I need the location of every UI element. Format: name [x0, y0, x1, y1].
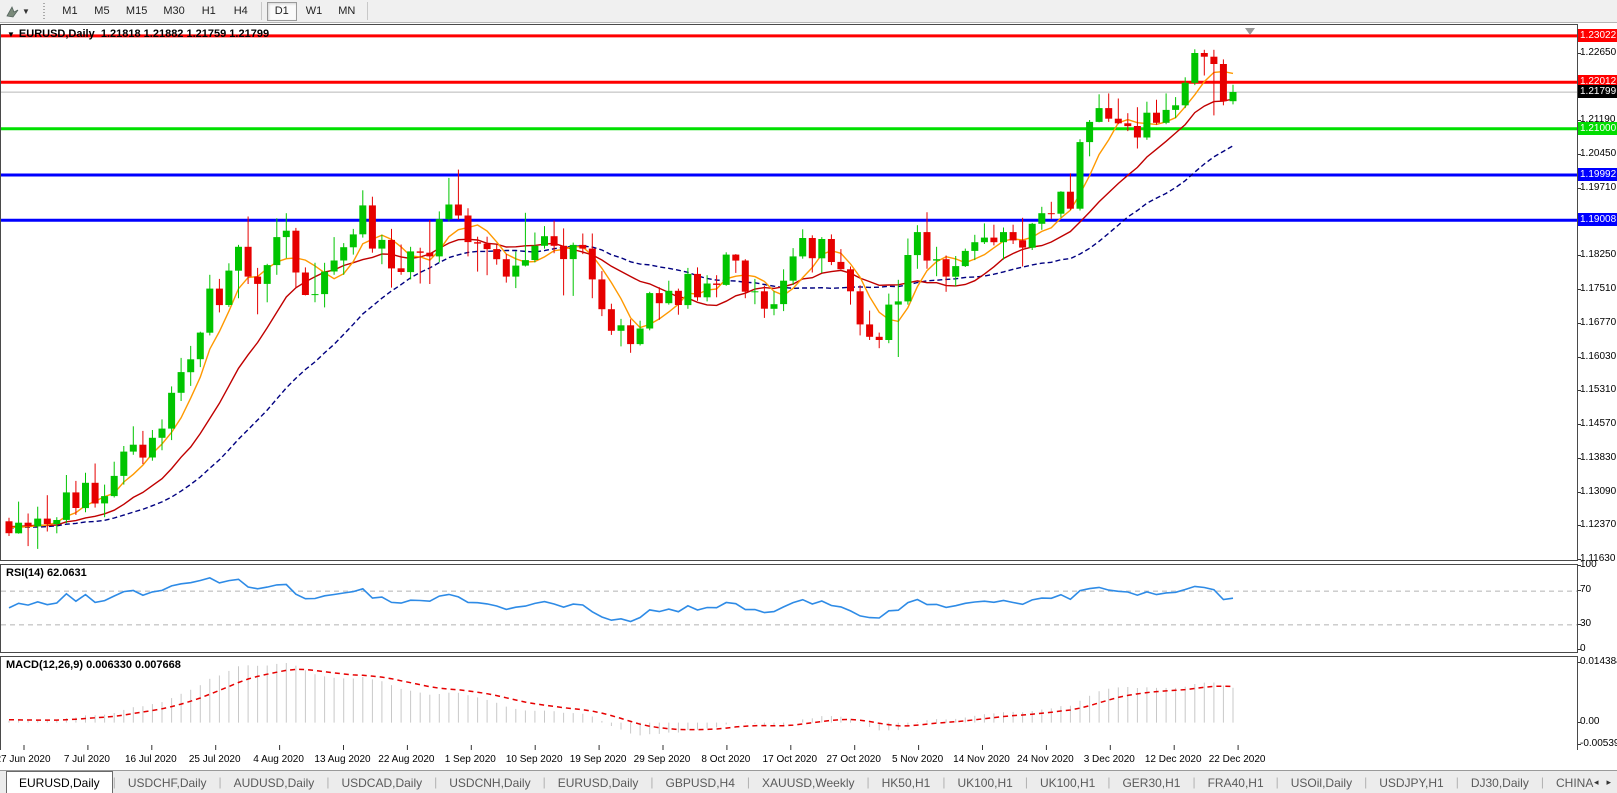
chart-tab-usdcad-daily[interactable]: USDCAD,Daily [329, 772, 434, 793]
chart-tab-audusd-daily[interactable]: AUDUSD,Daily [222, 772, 327, 793]
chart-tab-eurusd-daily[interactable]: EURUSD,Daily [546, 772, 651, 793]
chart-shift-triangle [1245, 28, 1255, 35]
price-tick-label: 1.14570 [1580, 418, 1617, 429]
chart-tab-usoil-daily[interactable]: USOil,Daily [1279, 772, 1364, 793]
date-tick-label: 24 Nov 2020 [1017, 754, 1074, 765]
hline-price-box: 1.19008 [1578, 213, 1617, 227]
macd-indicator-panel[interactable]: MACD(12,26,9) 0.006330 0.007668 [0, 656, 1578, 751]
chart-tab-usdcnh-daily[interactable]: USDCNH,Daily [437, 772, 542, 793]
toolbar-separator [260, 2, 262, 20]
timeframe-button-w1[interactable]: W1 [299, 2, 330, 21]
chart-tab-usdjpy-h1[interactable]: USDJPY,H1 [1367, 772, 1455, 793]
macd-plot [8, 663, 1239, 750]
chart-tab-ger30-h1[interactable]: GER30,H1 [1110, 772, 1192, 793]
date-tick-label: 14 Nov 2020 [953, 754, 1010, 765]
date-tick-label: 27 Jun 2020 [0, 754, 51, 765]
tab-scroll-controls: ◂ ▸ [1594, 777, 1617, 788]
tab-scroll-left-icon[interactable]: ◂ [1594, 777, 1599, 788]
price-tick-label: 1.18250 [1580, 249, 1617, 261]
price-tick-label: 1.15310 [1580, 384, 1617, 396]
chart-title-collapse-icon[interactable]: ▼ [7, 30, 15, 39]
date-tick-label: 7 Jul 2020 [63, 754, 110, 765]
rsi-tick-label: 30 [1580, 617, 1592, 629]
macd-label: MACD(12,26,9) 0.006330 0.007668 [6, 659, 181, 671]
tab-scroll-right-icon[interactable]: ▸ [1606, 777, 1611, 788]
price-tick-label: 1.17510 [1580, 283, 1617, 294]
current-price-box: 1.21799 [1578, 85, 1617, 99]
macd-tick-label: 0.00 [1580, 715, 1600, 727]
hline-price-box: 1.19992 [1578, 168, 1617, 182]
date-tick-label: 12 Dec 2020 [1144, 754, 1202, 765]
date-tick-label: 22 Aug 2020 [378, 754, 435, 765]
price-chart-panel[interactable]: ▼ EURUSD,Daily 1.21818 1.21882 1.21759 1.… [0, 24, 1578, 561]
date-tick-label: 17 Oct 2020 [762, 754, 818, 765]
date-tick-label: 25 Jul 2020 [188, 754, 241, 765]
macd-tick-label: -0.00539 [1580, 738, 1617, 749]
cursor-tool-dropdown-icon[interactable]: ▼ [22, 7, 30, 16]
date-tick-label: 16 Jul 2020 [124, 754, 177, 765]
chart-workspace: ▼ EURUSD,Daily 1.21818 1.21882 1.21759 1.… [0, 23, 1617, 770]
timeframe-button-mn[interactable]: MN [331, 2, 362, 21]
chart-tab-xauusd-weekly[interactable]: XAUUSD,Weekly [750, 772, 866, 793]
timeframe-button-m1[interactable]: M1 [55, 2, 85, 21]
date-tick-label: 13 Aug 2020 [314, 754, 371, 765]
date-tick-label: 8 Oct 2020 [701, 754, 751, 765]
rsi-plot [1, 577, 1577, 626]
date-axis: 27 Jun 2020 7 Jul 2020 16 Jul 2020 25 Jul 2… [0, 750, 1578, 770]
hline-price-box: 1.23022 [1578, 28, 1617, 42]
rsi-tick-label: 100 [1580, 559, 1597, 570]
price-tick-label: 1.22650 [1580, 47, 1617, 58]
top-toolbar: ▼ M1 M5 M15 M30 H1 H4 D1 W1 MN [0, 0, 1617, 23]
timeframe-button-h1[interactable]: H1 [194, 2, 224, 21]
date-tick-label: 22 Dec 2020 [1208, 754, 1266, 765]
timeframe-button-h4[interactable]: H4 [226, 2, 256, 21]
timeframe-button-m30[interactable]: M30 [156, 2, 191, 21]
date-tick-label: 3 Dec 2020 [1083, 754, 1135, 765]
chart-tab-gbpusd-h4[interactable]: GBPUSD,H4 [654, 772, 747, 793]
chart-symbol-label: EURUSD,Daily [18, 28, 95, 40]
price-tick-label: 1.20450 [1580, 148, 1617, 160]
price-tick-label: 1.16030 [1580, 350, 1617, 362]
chart-tab-usdchf-daily[interactable]: USDCHF,Daily [116, 772, 219, 793]
date-tick-label: 4 Aug 2020 [253, 754, 304, 765]
timeframe-button-m5[interactable]: M5 [87, 2, 117, 21]
candlestick-chart[interactable] [1, 25, 1577, 560]
date-tick-label: 29 Sep 2020 [633, 754, 691, 765]
chart-tab-fra40-h1[interactable]: FRA40,H1 [1196, 772, 1276, 793]
chart-tab-hk50-h1[interactable]: HK50,H1 [870, 772, 943, 793]
price-tick-label: 1.19710 [1580, 181, 1617, 193]
chart-title: ▼ EURUSD,Daily 1.21818 1.21882 1.21759 1.… [7, 28, 269, 40]
price-tick-label: 1.13830 [1580, 451, 1617, 463]
rsi-label: RSI(14) 62.0631 [6, 567, 87, 579]
date-tick-label: 27 Oct 2020 [826, 754, 881, 765]
date-tick-label: 19 Sep 2020 [569, 754, 627, 765]
price-tick-label: 1.12370 [1580, 519, 1617, 531]
price-axis: 1.22650 1.21190 1.20450 1.19710 1.18250 1.175… [1578, 23, 1617, 770]
chart-tab-bar: EURUSD,Daily | USDCHF,Daily | AUDUSD,Daily | U… [0, 770, 1617, 793]
price-tick-label: 1.13090 [1580, 485, 1617, 497]
timeframe-button-m15[interactable]: M15 [119, 2, 154, 21]
rsi-tick-label: 70 [1580, 584, 1592, 596]
chart-tab-uk100-h1[interactable]: UK100,H1 [945, 772, 1024, 793]
macd-tick-label: 0.014384 [1580, 656, 1617, 667]
chart-tab-dj30-daily[interactable]: DJ30,Daily [1459, 772, 1541, 793]
date-tick-label: 1 Sep 2020 [444, 754, 496, 765]
toolbar-separator [367, 2, 369, 20]
price-tick-label: 1.16770 [1580, 316, 1617, 328]
timeframe-button-d1[interactable]: D1 [266, 1, 297, 21]
date-tick-label: 5 Nov 2020 [892, 754, 944, 765]
toolbar-grip [39, 3, 48, 19]
chart-tab-china300-h1[interactable]: CHINA300,H1 [1544, 772, 1594, 793]
chart-tab-eurusd-daily[interactable]: EURUSD,Daily [6, 771, 113, 793]
date-tick-label: 10 Sep 2020 [505, 754, 563, 765]
hline-price-box: 1.21000 [1578, 121, 1617, 135]
cursor-tool-icon[interactable] [2, 2, 22, 20]
chart-ohlc-values: 1.21818 1.21882 1.21759 1.21799 [100, 28, 270, 40]
chart-tab-uk100-h1[interactable]: UK100,H1 [1028, 772, 1107, 793]
rsi-indicator-panel[interactable]: RSI(14) 62.0631 [0, 564, 1578, 653]
